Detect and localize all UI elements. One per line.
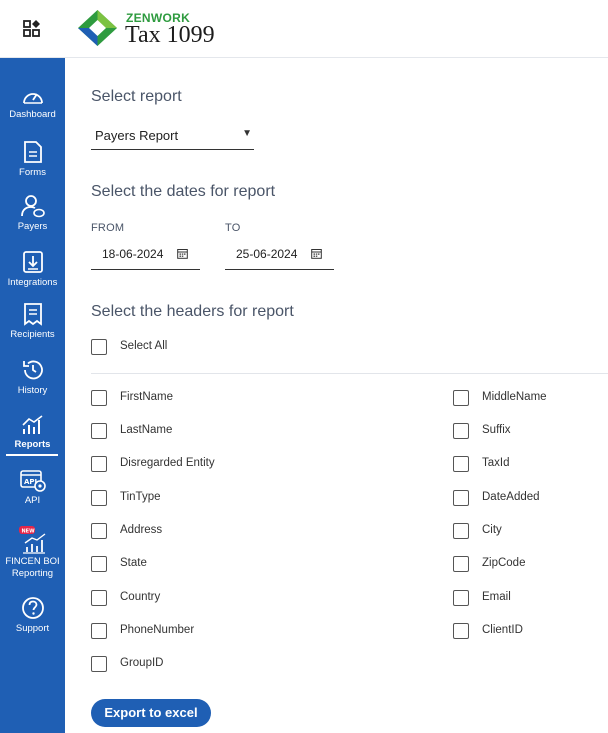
active-indicator bbox=[6, 454, 58, 456]
sidebar-item-dashboard[interactable]: Dashboard bbox=[0, 86, 65, 120]
checkbox-label: City bbox=[482, 524, 502, 536]
sidebar-item-reports[interactable]: Reports bbox=[0, 414, 65, 450]
checkbox-box[interactable] bbox=[453, 523, 469, 539]
checkbox-box[interactable] bbox=[91, 523, 107, 539]
select-report-title: Select report bbox=[91, 88, 182, 105]
checkbox-box[interactable] bbox=[91, 456, 107, 472]
select-headers-title: Select the headers for report bbox=[91, 303, 294, 320]
history-icon bbox=[22, 360, 43, 380]
calendar-icon[interactable] bbox=[177, 248, 188, 259]
sidebar-item-recipients[interactable]: Recipients bbox=[0, 302, 65, 340]
reports-icon bbox=[21, 415, 42, 434]
sidebar: Dashboard Forms Payers Integrations Reci… bbox=[0, 58, 65, 733]
checkbox-label: ZipCode bbox=[482, 557, 526, 569]
forms-icon bbox=[23, 141, 42, 163]
checkbox-label: TaxId bbox=[482, 457, 510, 469]
checkbox-label: Country bbox=[120, 591, 161, 603]
recipients-icon bbox=[23, 303, 42, 326]
sidebar-item-support[interactable]: Support bbox=[0, 596, 65, 634]
checkbox-box[interactable] bbox=[91, 590, 107, 606]
sidebar-item-label-line1: FINCEN BOI bbox=[5, 556, 60, 567]
from-date-value: 18-06-2024 bbox=[102, 247, 164, 261]
divider bbox=[91, 373, 608, 374]
checkbox-label: FirstName bbox=[120, 391, 174, 403]
sidebar-item-history[interactable]: History bbox=[0, 358, 65, 396]
sidebar-item-label: Support bbox=[15, 623, 50, 634]
checkbox-box[interactable] bbox=[453, 390, 469, 406]
checkbox-label: Select All bbox=[120, 340, 168, 352]
top-bar: ZENWORK Tax 1099 bbox=[0, 0, 608, 58]
checkbox-box[interactable] bbox=[453, 490, 469, 506]
sidebar-item-label: Forms bbox=[19, 167, 46, 178]
checkbox-label: Address bbox=[120, 524, 163, 536]
checkbox-label: LastName bbox=[120, 424, 173, 436]
zenwork-logo-icon bbox=[78, 10, 117, 46]
checkbox-label: Email bbox=[482, 591, 511, 603]
calendar-icon[interactable] bbox=[311, 248, 322, 259]
sidebar-item-forms[interactable]: Forms bbox=[0, 140, 65, 178]
checkbox-box[interactable] bbox=[453, 556, 469, 572]
report-panel: Select report Payers Report ▼ Select the… bbox=[65, 58, 608, 733]
sidebar-item-label: Reports bbox=[14, 439, 51, 450]
checkbox-box[interactable] bbox=[453, 423, 469, 439]
checkbox-box[interactable] bbox=[91, 656, 107, 672]
checkbox-box[interactable] bbox=[91, 390, 107, 406]
checkbox-label: TinType bbox=[120, 491, 161, 503]
report-select-value: Payers Report bbox=[95, 128, 179, 143]
sidebar-item-label: Integrations bbox=[7, 277, 58, 288]
checkbox-box[interactable] bbox=[91, 423, 107, 439]
checkbox-box[interactable] bbox=[453, 590, 469, 606]
from-label: FROM bbox=[91, 222, 125, 234]
checkbox-label: State bbox=[120, 557, 147, 569]
sidebar-item-label: API bbox=[24, 495, 41, 506]
sidebar-item-payers[interactable]: Payers bbox=[0, 194, 65, 232]
sidebar-item-fincen-boi-reporting[interactable]: NEW FINCEN BOI Reporting bbox=[0, 525, 65, 579]
export-to-excel-button[interactable]: Export to excel bbox=[91, 699, 211, 727]
from-date-input[interactable]: 18-06-2024 bbox=[91, 238, 200, 270]
checkbox-box[interactable] bbox=[91, 339, 107, 355]
checkbox-label: PhoneNumber bbox=[120, 624, 195, 636]
sidebar-item-label: History bbox=[17, 385, 48, 396]
checkbox-box[interactable] bbox=[453, 623, 469, 639]
checkbox-label: DateAdded bbox=[482, 491, 540, 503]
select-dates-title: Select the dates for report bbox=[91, 183, 276, 200]
dashboard-icon bbox=[22, 93, 43, 104]
support-icon bbox=[21, 597, 44, 619]
sidebar-item-label: Dashboard bbox=[9, 109, 56, 120]
checkbox-label: MiddleName bbox=[482, 391, 547, 403]
sidebar-item-integrations[interactable]: Integrations bbox=[0, 250, 65, 288]
apps-grid-icon[interactable] bbox=[22, 19, 42, 39]
integrations-icon bbox=[22, 251, 43, 273]
sidebar-item-api[interactable]: API API bbox=[0, 470, 65, 506]
checkbox-label: ClientID bbox=[482, 624, 523, 636]
to-date-input[interactable]: 25-06-2024 bbox=[225, 238, 334, 270]
payers-icon bbox=[20, 195, 45, 218]
report-select[interactable]: Payers Report ▼ bbox=[91, 122, 254, 150]
checkbox-box[interactable] bbox=[91, 556, 107, 572]
to-label: TO bbox=[225, 222, 241, 234]
checkbox-box[interactable] bbox=[91, 490, 107, 506]
sidebar-item-label: Payers bbox=[17, 221, 48, 232]
product-name: Tax 1099 bbox=[125, 22, 215, 48]
checkbox-box[interactable] bbox=[453, 456, 469, 472]
checkbox-label: Suffix bbox=[482, 424, 511, 436]
checkbox-label: Disregarded Entity bbox=[120, 457, 215, 469]
api-icon: API bbox=[19, 470, 46, 492]
checkbox-label: GroupID bbox=[120, 657, 164, 669]
sidebar-item-label-line2: Reporting bbox=[11, 568, 54, 579]
fincen-icon: NEW bbox=[18, 526, 45, 554]
to-date-value: 25-06-2024 bbox=[236, 247, 298, 261]
sidebar-item-label: Recipients bbox=[10, 329, 55, 340]
checkbox-box[interactable] bbox=[91, 623, 107, 639]
caret-down-icon: ▼ bbox=[242, 128, 252, 139]
svg-text:NEW: NEW bbox=[21, 528, 35, 534]
